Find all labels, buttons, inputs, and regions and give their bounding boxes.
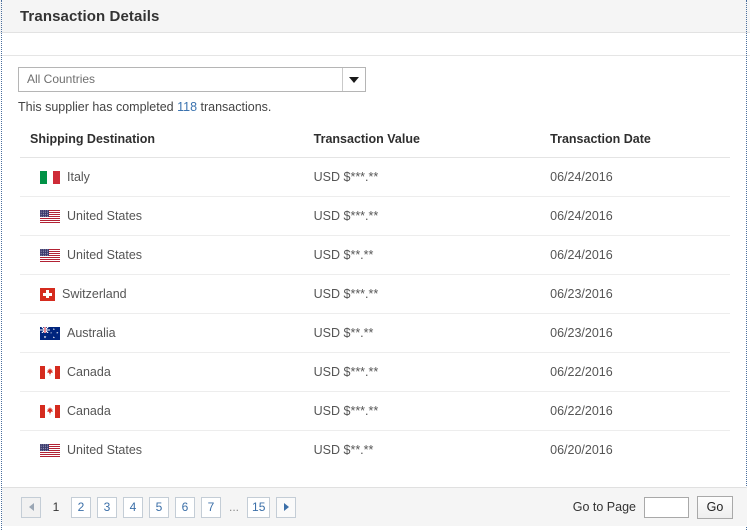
cell-transaction-date: 06/24/2016	[542, 236, 730, 275]
page-link-last[interactable]: 15	[247, 497, 270, 518]
cell-transaction-value: USD $***.**	[314, 353, 543, 392]
column-header-transaction-value: Transaction Value	[314, 128, 543, 158]
transactions-table: Shipping Destination Transaction Value T…	[20, 128, 730, 469]
destination-label: United States	[67, 444, 142, 457]
column-header-transaction-date: Transaction Date	[542, 128, 730, 158]
destination-label: Australia	[67, 327, 116, 340]
transactions-table-wrap: Shipping Destination Transaction Value T…	[20, 128, 730, 469]
transaction-details-page: Transaction Details All Countries This s…	[0, 0, 750, 530]
flag-italy-icon	[40, 171, 60, 184]
transaction-summary: This supplier has completed 118 transact…	[18, 99, 750, 115]
goto-page-label: Go to Page	[573, 500, 636, 514]
triangle-left-icon[interactable]	[21, 497, 41, 518]
cell-transaction-value: USD $***.**	[314, 197, 543, 236]
summary-prefix: This supplier has completed	[18, 100, 177, 114]
cell-transaction-date: 06/20/2016	[542, 431, 730, 470]
cell-transaction-value: USD $***.**	[314, 275, 543, 314]
cell-transaction-date: 06/22/2016	[542, 392, 730, 431]
table-row[interactable]: United States USD $***.**06/24/2016	[20, 197, 730, 236]
page-link-2[interactable]: 2	[71, 497, 91, 518]
cell-shipping-destination: Italy	[20, 158, 314, 197]
cell-shipping-destination: Australia	[20, 314, 314, 353]
triangle-right-icon[interactable]	[276, 497, 296, 518]
filter-area: All Countries This supplier has complete…	[0, 56, 750, 115]
cell-shipping-destination: Canada	[20, 353, 314, 392]
flag-switzerland-icon	[40, 288, 55, 301]
table-row[interactable]: Canada USD $***.**06/22/2016	[20, 392, 730, 431]
cell-shipping-destination: Canada	[20, 392, 314, 431]
destination-label: Canada	[67, 405, 111, 418]
page-link-5[interactable]: 5	[149, 497, 169, 518]
cell-shipping-destination: United States	[20, 431, 314, 470]
page-link-6[interactable]: 6	[175, 497, 195, 518]
table-row[interactable]: Australia USD $**.**06/23/2016	[20, 314, 730, 353]
destination-label: Switzerland	[62, 288, 127, 301]
table-row[interactable]: Switzerland USD $***.**06/23/2016	[20, 275, 730, 314]
panel-header: Transaction Details	[0, 0, 750, 33]
table-row[interactable]: United States USD $**.**06/20/2016	[20, 431, 730, 470]
cell-transaction-date: 06/24/2016	[542, 158, 730, 197]
pagination-bar: 1 2 3 4 5 6 7 ... 15 Go to Page Go	[2, 487, 747, 526]
goto-page-controls: Go to Page Go	[573, 496, 733, 519]
country-filter-select[interactable]: All Countries	[18, 67, 366, 92]
chevron-down-icon[interactable]	[342, 68, 365, 91]
destination-label: United States	[67, 249, 142, 262]
goto-page-input[interactable]	[644, 497, 689, 518]
flag-canada-icon	[40, 366, 60, 379]
cell-transaction-date: 06/23/2016	[542, 275, 730, 314]
cell-transaction-value: USD $**.**	[314, 314, 543, 353]
page-link-4[interactable]: 4	[123, 497, 143, 518]
cell-transaction-date: 06/23/2016	[542, 314, 730, 353]
table-row[interactable]: Canada USD $***.**06/22/2016	[20, 353, 730, 392]
pagination-controls: 1 2 3 4 5 6 7 ... 15	[21, 497, 296, 518]
table-row[interactable]: United States USD $**.**06/24/2016	[20, 236, 730, 275]
flag-australia-icon	[40, 327, 60, 340]
cell-transaction-value: USD $***.**	[314, 158, 543, 197]
page-title: Transaction Details	[20, 8, 159, 25]
cell-shipping-destination: Switzerland	[20, 275, 314, 314]
flag-canada-icon	[40, 405, 60, 418]
cell-transaction-value: USD $***.**	[314, 392, 543, 431]
cell-shipping-destination: United States	[20, 236, 314, 275]
cell-shipping-destination: United States	[20, 197, 314, 236]
column-header-shipping-destination: Shipping Destination	[20, 128, 314, 158]
go-button[interactable]: Go	[697, 496, 733, 519]
page-left-border	[1, 0, 3, 530]
country-filter-value: All Countries	[19, 68, 95, 91]
cell-transaction-value: USD $**.**	[314, 431, 543, 470]
cell-transaction-date: 06/24/2016	[542, 197, 730, 236]
cell-transaction-value: USD $**.**	[314, 236, 543, 275]
page-ellipsis: ...	[227, 497, 241, 518]
transaction-count-link[interactable]: 118	[177, 100, 197, 114]
flag-united-states-icon	[40, 444, 60, 457]
page-right-border	[746, 0, 748, 530]
flag-united-states-icon	[40, 249, 60, 262]
page-current: 1	[47, 497, 65, 518]
flag-united-states-icon	[40, 210, 60, 223]
destination-label: Canada	[67, 366, 111, 379]
header-divider	[0, 33, 750, 56]
summary-suffix: transactions.	[197, 100, 271, 114]
page-link-3[interactable]: 3	[97, 497, 117, 518]
transactions-table-body: ItalyUSD $***.**06/24/2016United StatesU…	[20, 158, 730, 470]
destination-label: United States	[67, 210, 142, 223]
page-link-7[interactable]: 7	[201, 497, 221, 518]
table-row[interactable]: Italy USD $***.**06/24/2016	[20, 158, 730, 197]
destination-label: Italy	[67, 171, 90, 184]
cell-transaction-date: 06/22/2016	[542, 353, 730, 392]
table-header-row: Shipping Destination Transaction Value T…	[20, 128, 730, 158]
